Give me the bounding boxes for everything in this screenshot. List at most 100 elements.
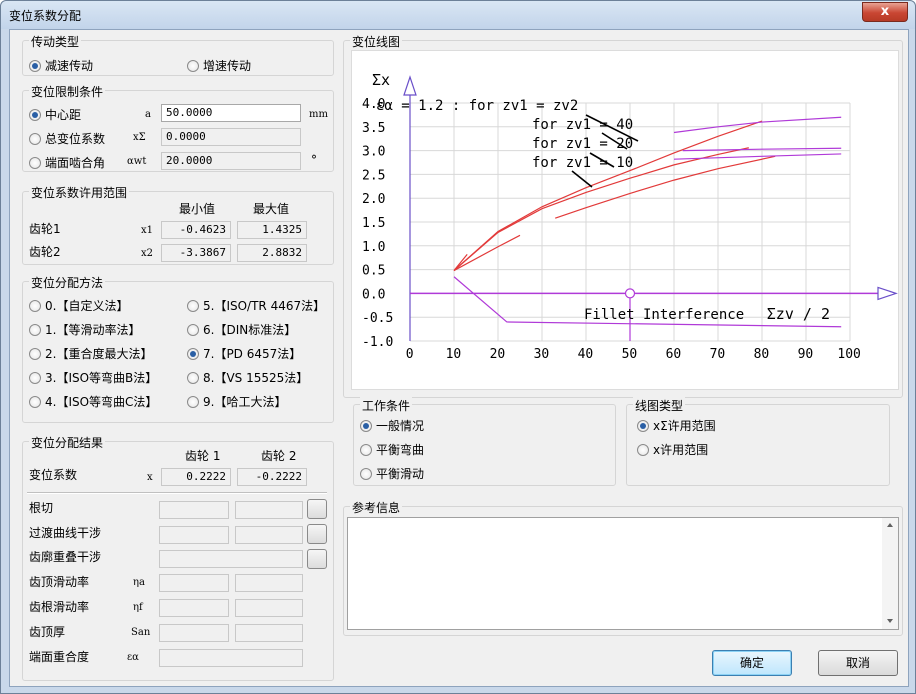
radio-dot-icon [360,444,372,456]
radio-dot-icon [29,348,41,360]
profile-overlap-field [159,550,303,568]
method-group: 变位分配方法 0.【自定义法】 1.【等滑动率法】 2.【重合度最大法】 3.【… [22,274,334,423]
x-tick-label: 20 [490,347,506,362]
method-option-1[interactable]: 1.【等滑动率法】 [29,321,140,337]
symbol-a: a [145,109,151,120]
radio-dot-icon [29,60,41,72]
reference-title: 参考信息 [350,499,403,516]
profile-overlap-button[interactable] [307,549,327,569]
x-axis-label: Σzv / 2 [767,305,830,323]
radio-deceleration[interactable]: 减速传动 [29,57,93,73]
work-condition-title: 工作条件 [360,397,413,414]
method-option-7[interactable]: 7.【PD 6457法】 [187,345,301,361]
annotation-zv10: for zv1 = 10 [532,155,633,171]
x1-min-field: -0.4623 [161,221,231,239]
radio-dot-icon [187,60,199,72]
y-tick-label: 3.5 [362,121,385,136]
tip-slide-field-1 [159,574,229,592]
radio-dot-icon [29,300,41,312]
annotation-zv-equal: εα = 1.2 : for zv1 = zv2 [376,98,578,114]
x-tick-label: 90 [798,347,814,362]
x-tick-label: 50 [622,347,638,362]
result-x1-field: 0.2222 [161,468,231,486]
result-group: 变位分配结果 齿轮 1 齿轮 2 变位系数 x 0.2222 -0.2222 根… [22,434,334,681]
reference-scrollbar[interactable] [882,518,898,629]
method-option-6[interactable]: 6.【DIN标准法】 [187,321,296,337]
undercut-button[interactable] [307,499,327,519]
radio-x-range[interactable]: x许用范围 [637,441,708,457]
radio-dot-icon [29,157,41,169]
x2-min-field: -3.3867 [161,244,231,262]
symbol-x1: x1 [141,225,154,236]
fillet-field-1 [159,526,229,544]
tip-thickness-field-1 [159,624,229,642]
chart-title: 变位线图 [350,33,403,50]
contact-ratio-field [159,649,303,667]
center-distance-input[interactable]: 50.0000 [161,104,301,122]
method-title: 变位分配方法 [29,274,106,291]
col-max-header: 最大值 [253,202,290,216]
result-title: 变位分配结果 [29,434,106,451]
y-tick-label: 1.0 [362,240,385,255]
unit-mm: mm [309,109,328,120]
cancel-button[interactable]: 取消 [818,650,898,676]
radio-transverse-angle[interactable]: 端面啮合角 [29,154,105,170]
total-shift-input[interactable]: 0.0000 [161,128,301,146]
symbol-epsilon-alpha: εα [127,652,139,663]
radio-center-distance[interactable]: 中心距 [29,106,81,122]
transverse-angle-input[interactable]: 20.0000 [161,152,301,170]
method-option-4[interactable]: 4.【ISO等弯曲C法】 [29,393,157,409]
x-tick-label: 60 [666,347,682,362]
unit-degree: ° [311,153,317,167]
method-option-0[interactable]: 0.【自定义法】 [29,297,128,313]
radio-label: 减速传动 [45,59,94,73]
method-option-5[interactable]: 5.【ISO/TR 4467法】 [187,297,325,313]
root-slide-field-1 [159,599,229,617]
radio-balanced-bending[interactable]: 平衡弯曲 [360,441,424,457]
red-curve [453,253,468,271]
x-tick-label: 70 [710,347,726,362]
radio-dot-icon [29,396,41,408]
result-gear1-header: 齿轮 1 [185,449,221,463]
tip-slide-label: 齿顶滑动率 [29,575,90,589]
radio-label: x许用范围 [653,443,709,457]
radio-acceleration[interactable]: 增速传动 [187,57,251,73]
root-slide-label: 齿根滑动率 [29,600,90,614]
close-button[interactable]: x [862,2,908,22]
y-tick-label: 0.5 [362,264,385,279]
radio-general[interactable]: 一般情况 [360,417,424,433]
method-option-3[interactable]: 3.【ISO等弯曲B法】 [29,369,157,385]
radio-dot-icon [360,420,372,432]
y-tick-label: 0.0 [362,287,385,302]
radio-x-sigma-range[interactable]: xΣ许用范围 [637,417,716,433]
radio-label: 增速传动 [203,59,252,73]
radio-dot-icon [29,109,41,121]
method-option-8[interactable]: 8.【VS 15525法】 [187,369,308,385]
client-area: 传动类型 减速传动 增速传动 变位限制条件 中心距 a 50.0000 mm 总… [9,29,909,687]
method-option-9[interactable]: 9.【哈工大法】 [187,393,286,409]
limit-group: 变位限制条件 中心距 a 50.0000 mm 总变位系数 xΣ 0.0000 … [22,83,334,172]
y-tick-label: 2.5 [362,168,385,183]
radio-label: xΣ许用范围 [653,419,716,433]
y-axis-label: Σx [372,71,390,89]
drive-type-group: 传动类型 减速传动 增速传动 [22,33,334,76]
ok-button[interactable]: 确定 [712,650,792,676]
reference-textarea[interactable] [347,517,899,630]
profile-overlap-label: 齿廓重叠干涉 [29,550,102,564]
fillet-button[interactable] [307,524,327,544]
annotation-zv40: for zv1 = 40 [532,117,633,133]
x-axis-arrow [877,286,898,301]
divider [27,492,327,494]
method-option-2[interactable]: 2.【重合度最大法】 [29,345,152,361]
line-type-title: 线图类型 [633,397,686,414]
tip-slide-field-2 [235,574,303,592]
radio-label: 3.【ISO等弯曲B法】 [45,371,158,385]
work-condition-group: 工作条件 一般情况 平衡弯曲 平衡滑动 [353,397,616,486]
radio-label: 总变位系数 [45,132,106,146]
radio-total-shift[interactable]: 总变位系数 [29,130,105,146]
radio-dot-icon [187,324,199,336]
col-min-header: 最小值 [179,202,216,216]
radio-balanced-sliding[interactable]: 平衡滑动 [360,465,424,481]
fillet-interference-label: 过渡曲线干涉 [29,526,102,540]
radio-dot-icon [360,468,372,480]
